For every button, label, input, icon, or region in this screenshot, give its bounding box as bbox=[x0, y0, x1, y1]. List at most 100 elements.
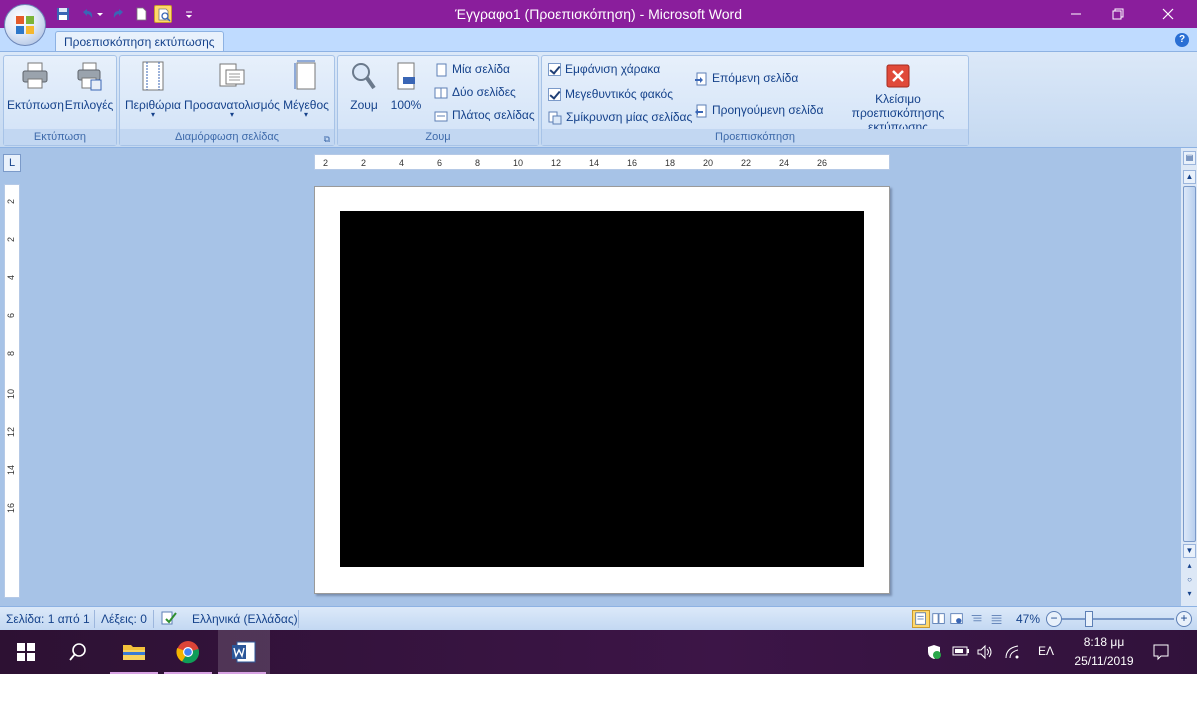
taskbar-chrome[interactable] bbox=[164, 630, 212, 674]
system-clock[interactable]: 8:18 μμ 25/11/2019 bbox=[1064, 633, 1144, 671]
ruler-tick-label: 24 bbox=[779, 158, 790, 168]
web-layout-view-button[interactable] bbox=[948, 610, 966, 628]
notifications-icon[interactable] bbox=[1152, 643, 1170, 664]
word-icon bbox=[232, 641, 256, 663]
ruler-tick-label: 8 bbox=[6, 351, 16, 357]
word-count[interactable]: Λέξεις: 0 bbox=[101, 612, 147, 626]
page-width-button[interactable]: Πλάτος σελίδας bbox=[434, 106, 535, 126]
previous-page-button[interactable]: Προηγούμενη σελίδα bbox=[694, 101, 823, 121]
office-button[interactable] bbox=[4, 4, 46, 46]
zoom-slider-thumb[interactable] bbox=[1085, 611, 1093, 627]
margins-icon bbox=[142, 61, 164, 91]
one-page-icon bbox=[436, 63, 447, 77]
language[interactable]: Ελληνικά (Ελλάδας) bbox=[192, 612, 298, 626]
zoom-in-button[interactable]: + bbox=[1176, 611, 1192, 627]
checkbox-checked-icon bbox=[548, 88, 561, 102]
ruler-tick-label: 2 bbox=[6, 237, 16, 243]
page-count[interactable]: Σελίδα: 1 από 1 bbox=[6, 612, 90, 626]
security-shield-icon[interactable] bbox=[926, 644, 942, 663]
one-page-button[interactable]: Μία σελίδα bbox=[434, 60, 510, 80]
orientation-button[interactable]: Προσανατολισμός ▾ bbox=[184, 60, 280, 119]
horizontal-ruler[interactable]: 2 2 4 6 8 10 12 14 16 18 20 22 24 26 bbox=[314, 154, 890, 170]
title-bar: Έγγραφο1 (Προεπισκόπηση) - Microsoft Wor… bbox=[0, 0, 1197, 28]
size-button[interactable]: Μέγεθος ▾ bbox=[280, 60, 332, 119]
minimize-button[interactable] bbox=[1053, 0, 1099, 28]
zoom-out-button[interactable]: − bbox=[1046, 611, 1062, 627]
proofing-icon[interactable] bbox=[160, 610, 178, 626]
ruler-tick-label: 16 bbox=[627, 158, 638, 168]
vertical-ruler[interactable]: 2 2 4 6 8 10 12 14 16 bbox=[4, 184, 20, 598]
ruler-tick-label: 2 bbox=[323, 158, 329, 168]
close-print-preview-button[interactable]: Κλείσιμο προεπισκόπησης εκτύπωσης bbox=[828, 60, 968, 134]
options-button[interactable]: Επιλογές bbox=[62, 60, 116, 112]
input-language[interactable]: ΕΛ bbox=[1038, 644, 1054, 658]
close-window-button[interactable] bbox=[1145, 0, 1191, 28]
ruler-tick-label: 4 bbox=[6, 275, 16, 281]
print-layout-view-button[interactable] bbox=[912, 610, 930, 628]
restore-button[interactable] bbox=[1095, 0, 1141, 28]
ruler-tick-label: 10 bbox=[6, 389, 16, 400]
clock-date: 25/11/2019 bbox=[1074, 654, 1134, 668]
status-bar: Σελίδα: 1 από 1 Λέξεις: 0 Ελληνικά (Ελλά… bbox=[0, 606, 1197, 630]
next-page-icon bbox=[695, 72, 707, 86]
ruler-tick-label: 16 bbox=[6, 503, 16, 514]
checkbox-checked-icon bbox=[548, 63, 561, 77]
ruler-tick-label: 22 bbox=[741, 158, 752, 168]
print-button[interactable]: Εκτύπωση bbox=[7, 60, 64, 112]
volume-icon[interactable] bbox=[976, 644, 994, 663]
taskbar-file-explorer[interactable] bbox=[110, 630, 158, 674]
vertical-scrollbar[interactable]: ▤ ▲ ▼ ▴ ○ ▾ bbox=[1180, 148, 1197, 606]
dialog-launcher-icon[interactable]: ⧉ bbox=[324, 131, 330, 147]
scroll-down-arrow[interactable]: ▼ bbox=[1183, 544, 1196, 558]
group-label-zoom: Ζουμ bbox=[338, 129, 538, 145]
next-page-button[interactable]: Επόμενη σελίδα bbox=[694, 69, 798, 89]
shrink-one-page-button[interactable]: Σμίκρυνση μίας σελίδας bbox=[548, 108, 692, 128]
ruler-toggle-icon[interactable]: ▤ bbox=[1183, 151, 1196, 165]
ruler-tick-label: 6 bbox=[6, 313, 16, 319]
start-button[interactable] bbox=[2, 630, 50, 674]
outline-view-button[interactable] bbox=[968, 610, 986, 628]
ruler-tick-label: 12 bbox=[6, 427, 16, 438]
shrink-page-icon bbox=[548, 111, 562, 125]
group-preview: Εμφάνιση χάρακα Μεγεθυντικός φακός Σμίκρ… bbox=[541, 55, 969, 146]
ruler-tick-label: 18 bbox=[665, 158, 676, 168]
zoom-button[interactable]: Ζουμ bbox=[342, 60, 386, 112]
draft-view-button[interactable] bbox=[988, 610, 1006, 628]
group-page-setup: Περιθώρια ▾ Προσανατολισμός ▾ Μέγεθος ▾ … bbox=[119, 55, 335, 146]
browse-object-icon[interactable]: ○ bbox=[1183, 574, 1196, 588]
document-page[interactable] bbox=[314, 186, 890, 594]
ruler-tick-label: 20 bbox=[703, 158, 714, 168]
full-screen-reading-view-button[interactable] bbox=[930, 610, 948, 628]
ruler-tick-label: 4 bbox=[399, 158, 405, 168]
network-icon[interactable] bbox=[1004, 644, 1022, 663]
show-ruler-checkbox[interactable]: Εμφάνιση χάρακα bbox=[548, 60, 660, 80]
page-width-icon bbox=[434, 111, 448, 122]
tab-print-preview[interactable]: Προεπισκόπηση εκτύπωσης bbox=[55, 31, 224, 53]
zoom-100-button[interactable]: 100% bbox=[386, 60, 426, 112]
zoom-slider[interactable] bbox=[1062, 618, 1174, 620]
below-screen-area bbox=[0, 674, 1197, 720]
search-button[interactable] bbox=[54, 630, 102, 674]
two-pages-icon bbox=[434, 87, 448, 99]
ruler-tick-label: 2 bbox=[361, 158, 367, 168]
next-page-nav-icon[interactable]: ▾ bbox=[1183, 588, 1196, 602]
ruler-tick-label: 6 bbox=[437, 158, 443, 168]
taskbar-word[interactable] bbox=[218, 630, 270, 674]
windows-taskbar: ΕΛ 8:18 μμ 25/11/2019 bbox=[0, 630, 1197, 674]
zoom-level[interactable]: 47% bbox=[1016, 612, 1040, 626]
magnifier-checkbox[interactable]: Μεγεθυντικός φακός bbox=[548, 85, 673, 105]
previous-page-nav-icon[interactable]: ▴ bbox=[1183, 560, 1196, 574]
help-icon[interactable]: ? bbox=[1175, 33, 1189, 47]
scrollbar-thumb[interactable] bbox=[1183, 186, 1196, 542]
close-preview-icon bbox=[886, 64, 910, 88]
two-pages-button[interactable]: Δύο σελίδες bbox=[434, 83, 516, 103]
group-label-print: Εκτύπωση bbox=[4, 129, 116, 145]
tab-stop-selector[interactable]: L bbox=[3, 154, 21, 172]
battery-icon[interactable] bbox=[952, 645, 970, 660]
magnifier-icon bbox=[352, 63, 376, 90]
ruler-tick-label: 2 bbox=[6, 199, 16, 205]
previous-page-icon bbox=[695, 104, 707, 118]
scroll-up-arrow[interactable]: ▲ bbox=[1183, 170, 1196, 184]
folder-icon bbox=[123, 645, 145, 660]
margins-button[interactable]: Περιθώρια ▾ bbox=[123, 60, 183, 119]
